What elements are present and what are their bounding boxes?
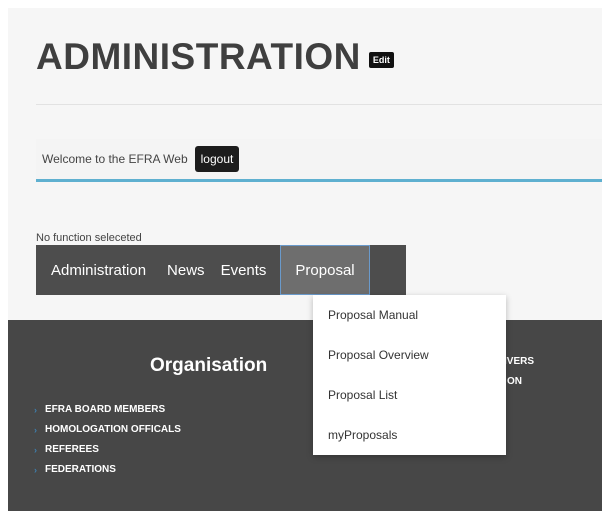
footer-link-referees[interactable]: › REFEREES xyxy=(34,440,181,460)
nav-item-proposal[interactable]: Proposal xyxy=(280,245,370,295)
footer-link-board-members[interactable]: › EFRA BOARD MEMBERS xyxy=(34,400,181,420)
welcome-bar: Welcome to the EFRA Web logout xyxy=(36,139,602,182)
title-divider xyxy=(36,104,602,105)
footer-link-homologation-officals[interactable]: › HOMOLOGATION OFFICALS xyxy=(34,420,181,440)
footer-heading: Organisation xyxy=(150,355,268,376)
footer: Organisation › EFRA BOARD MEMBERS › HOMO… xyxy=(8,320,602,511)
footer-link-partial-drivers[interactable]: IVERS xyxy=(504,356,534,367)
proposal-dropdown-menu: Proposal Manual Proposal Overview Propos… xyxy=(313,295,506,455)
edit-button[interactable]: Edit xyxy=(368,52,394,68)
title-row: ADMINISTRATION Edit xyxy=(36,36,394,78)
dropdown-item-proposal-overview[interactable]: Proposal Overview xyxy=(313,335,506,375)
dropdown-item-proposal-manual[interactable]: Proposal Manual xyxy=(313,295,506,335)
chevron-right-icon: › xyxy=(34,425,37,435)
main-nav: Administration News Events Proposal xyxy=(36,245,406,295)
chevron-right-icon: › xyxy=(34,465,37,475)
logout-button[interactable]: logout xyxy=(194,146,240,172)
footer-links: › EFRA BOARD MEMBERS › HOMOLOGATION OFFI… xyxy=(34,400,181,480)
footer-link-label: HOMOLOGATION OFFICALS xyxy=(45,424,181,435)
dropdown-item-my-proposals[interactable]: myProposals xyxy=(313,415,506,455)
nav-item-events[interactable]: Events xyxy=(213,245,275,295)
welcome-text: Welcome to the EFRA Web xyxy=(42,152,188,166)
dropdown-item-proposal-list[interactable]: Proposal List xyxy=(313,375,506,415)
chevron-right-icon: › xyxy=(34,445,37,455)
nav-item-news[interactable]: News xyxy=(159,245,213,295)
page-title: ADMINISTRATION xyxy=(36,36,361,77)
nav-item-administration[interactable]: Administration xyxy=(36,245,159,295)
footer-link-partial-on[interactable]: ON xyxy=(507,376,522,387)
footer-link-label: FEDERATIONS xyxy=(45,464,116,475)
page: ADMINISTRATION Edit Welcome to the EFRA … xyxy=(8,8,602,511)
chevron-right-icon: › xyxy=(34,405,37,415)
footer-link-label: EFRA BOARD MEMBERS xyxy=(45,404,166,415)
footer-link-label: REFEREES xyxy=(45,444,99,455)
footer-link-federations[interactable]: › FEDERATIONS xyxy=(34,460,181,480)
status-text: No function seleceted xyxy=(36,232,142,244)
